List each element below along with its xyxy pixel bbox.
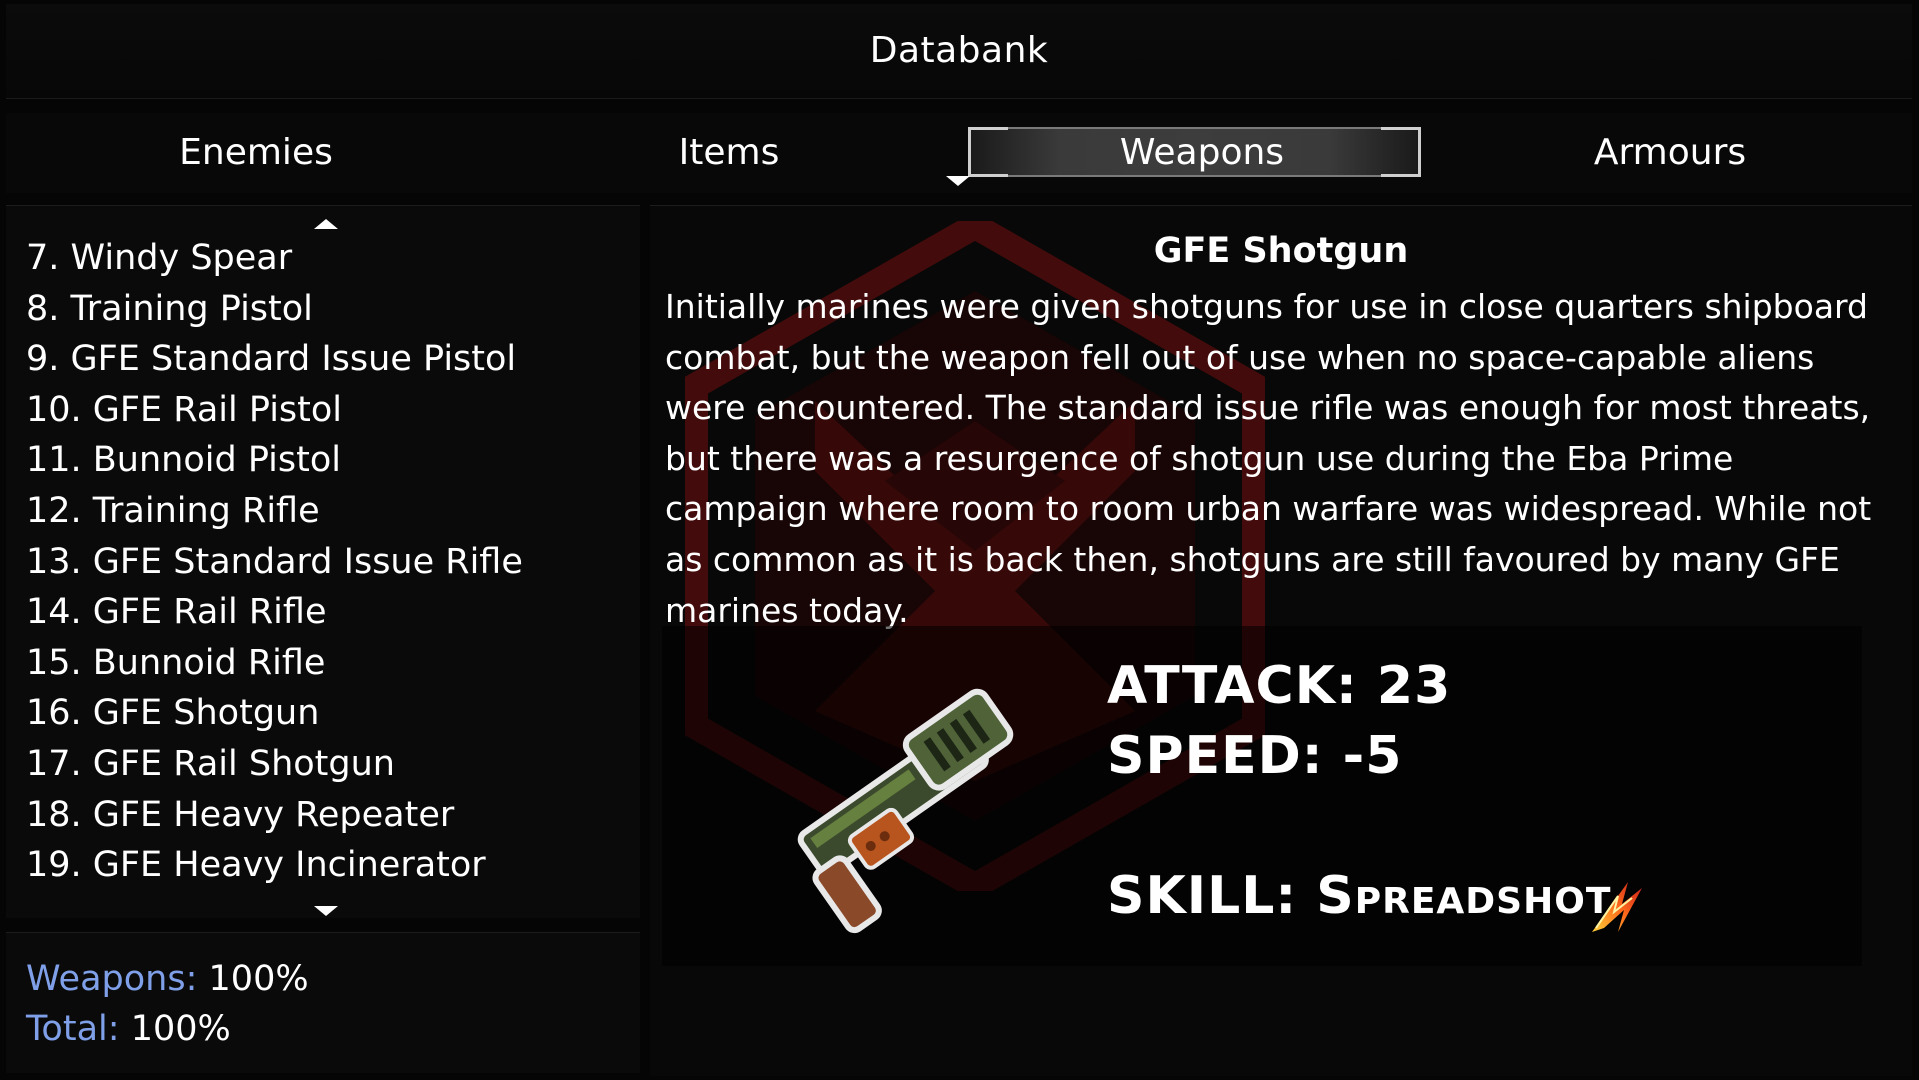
list-item-label: 15. Bunnoid Rifle: [26, 642, 326, 683]
list-item-label: 7. Windy Spear: [26, 238, 293, 278]
weapon-description: Initially marines were given shotguns fo…: [665, 282, 1905, 636]
list-item-label: 14. GFE Rail Rifle: [26, 592, 327, 633]
description-line: were encountered. The standard issue rif…: [665, 388, 1871, 428]
description-line: combat, but the weapon fell out of use w…: [665, 337, 1815, 377]
tab-armours[interactable]: Armours: [1435, 113, 1905, 193]
tab-enemies[interactable]: Enemies: [21, 113, 491, 193]
tab-weapons[interactable]: Weapons: [967, 113, 1437, 193]
description-line: Initially marines were given shotguns fo…: [665, 287, 1868, 326]
list-item-label: 12. Training Rifle: [26, 490, 320, 531]
weapons-completion: Weapons: 100%: [26, 959, 309, 999]
list-item-label: 11. Bunnoid Pistol: [26, 440, 341, 481]
title-bar: Databank: [6, 4, 1912, 99]
list-item[interactable]: 15. Bunnoid Rifle: [26, 638, 626, 689]
scroll-up-icon[interactable]: [314, 219, 338, 229]
attack-stat: ATTACK: 23: [1107, 656, 1452, 716]
weapon-detail-panel: GFE Shotgun Initially marines were given…: [650, 205, 1912, 1076]
speed-stat: SPEED: -5: [1107, 726, 1403, 786]
list-item[interactable]: 14. GFE Rail Rifle: [26, 587, 626, 638]
page-title: Databank: [869, 30, 1049, 71]
list-item[interactable]: 9. GFE Standard Issue Pistol: [26, 334, 626, 385]
total-completion-label: Total:: [26, 1009, 120, 1049]
total-completion-value: 100%: [130, 1009, 231, 1049]
description-line: campaign where room to room urban warfar…: [665, 489, 1872, 529]
list-item[interactable]: 10. GFE Rail Pistol: [26, 385, 626, 436]
weapons-completion-value: 100%: [208, 959, 309, 999]
weapon-list-panel: 7. Windy Spear 8. Training Pistol 9. GFE…: [6, 205, 640, 918]
skill-value: Spreadshot: [1316, 866, 1612, 926]
tab-caret-icon: [946, 176, 970, 186]
list-item[interactable]: 8. Training Pistol: [26, 284, 626, 335]
completion-panel: Weapons: 100% Total: 100%: [6, 932, 640, 1073]
list-item[interactable]: 19. GFE Heavy Incinerator: [26, 840, 626, 891]
tab-items[interactable]: Items: [494, 113, 964, 193]
list-item-selected[interactable]: 16. GFE Shotgun: [22, 688, 626, 739]
spreadshot-icon: [1592, 882, 1642, 932]
weapon-list: 7. Windy Spear 8. Training Pistol 9. GFE…: [22, 233, 626, 891]
shotgun-icon: [797, 688, 1014, 934]
skill-label: SKILL:: [1107, 866, 1298, 926]
list-item-label: 10. GFE Rail Pistol: [26, 389, 343, 430]
skill-stat: SKILL: Spreadshot: [1107, 866, 1611, 926]
list-item-label: 8. Training Pistol: [26, 288, 313, 329]
total-completion: Total: 100%: [26, 1009, 231, 1049]
description-line: as common as it is back then, shotguns a…: [665, 539, 1840, 579]
weapons-completion-label: Weapons:: [26, 959, 198, 999]
list-item[interactable]: 18. GFE Heavy Repeater: [26, 790, 626, 841]
list-item[interactable]: 12. Training Rifle: [26, 486, 626, 537]
list-item-label: 9. GFE Standard Issue Pistol: [26, 339, 517, 380]
weapon-name: GFE Shotgun: [1153, 231, 1409, 271]
list-item[interactable]: 17. GFE Rail Shotgun: [26, 739, 626, 790]
list-item[interactable]: 7. Windy Spear: [26, 233, 626, 284]
list-item[interactable]: 13. GFE Standard Issue Rifle: [26, 537, 626, 588]
list-item-label: 13. GFE Standard Issue Rifle: [26, 541, 523, 582]
list-item-label: 19. GFE Heavy Incinerator: [26, 845, 486, 886]
list-item-label: 18. GFE Heavy Repeater: [26, 794, 455, 835]
list-item-label: 16. GFE Shotgun: [26, 693, 320, 734]
list-item-label: 17. GFE Rail Shotgun: [26, 743, 395, 784]
description-line: but there was a resurgence of shotgun us…: [665, 438, 1734, 478]
scroll-down-icon[interactable]: [314, 906, 338, 916]
list-item[interactable]: 11. Bunnoid Pistol: [26, 435, 626, 486]
